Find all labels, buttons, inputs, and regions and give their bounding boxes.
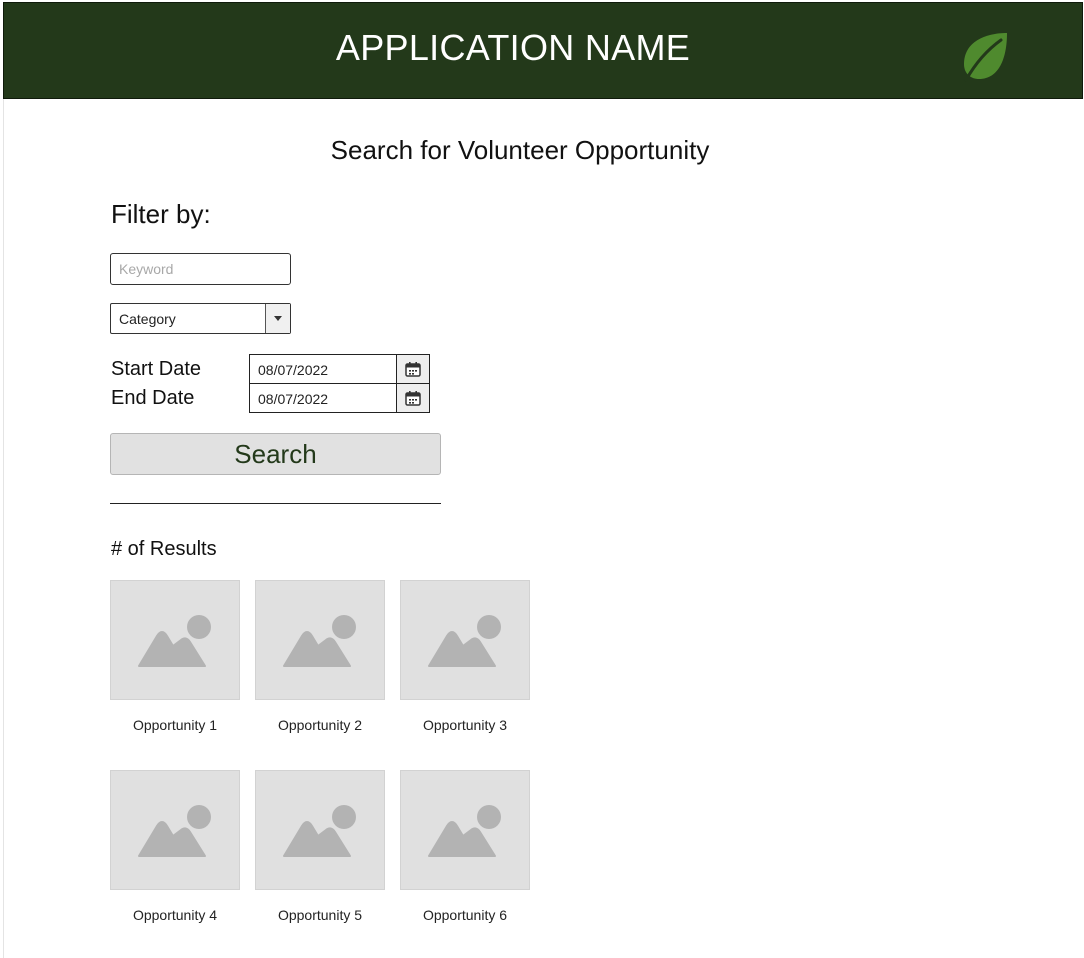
leaf-icon bbox=[964, 33, 1007, 82]
app-header: APPLICATION NAME bbox=[3, 2, 1083, 99]
opportunity-card[interactable]: Opportunity 2 bbox=[255, 580, 385, 748]
opportunity-title: Opportunity 3 bbox=[422, 717, 508, 733]
end-date-value: 08/07/2022 bbox=[258, 391, 329, 407]
start-date-value: 08/07/2022 bbox=[258, 362, 329, 378]
opportunity-title: Opportunity 5 bbox=[277, 907, 363, 923]
keyword-input[interactable] bbox=[110, 253, 291, 285]
calendar-icon bbox=[405, 362, 421, 377]
opportunity-title: Opportunity 4 bbox=[132, 907, 218, 923]
filter-heading: Filter by: bbox=[111, 199, 211, 229]
results-count: # of Results bbox=[111, 538, 217, 560]
image-placeholder-icon bbox=[138, 805, 211, 857]
category-dropdown-button[interactable] bbox=[265, 304, 290, 333]
image-placeholder-icon bbox=[283, 615, 356, 667]
end-date-field[interactable]: 08/07/2022 bbox=[249, 383, 430, 413]
start-date-picker-button[interactable] bbox=[396, 355, 429, 383]
opportunity-thumbnail bbox=[255, 580, 385, 700]
chevron-down-icon bbox=[274, 316, 282, 321]
divider bbox=[110, 503, 441, 504]
opportunity-title: Opportunity 1 bbox=[132, 717, 218, 733]
app-title: APPLICATION NAME bbox=[335, 27, 691, 68]
opportunity-card[interactable]: Opportunity 1 bbox=[110, 580, 240, 748]
image-placeholder-icon bbox=[138, 615, 211, 667]
end-date-label: End Date bbox=[111, 387, 195, 409]
image-placeholder-icon bbox=[428, 615, 501, 667]
image-placeholder-icon bbox=[283, 805, 356, 857]
start-date-field[interactable]: 08/07/2022 bbox=[249, 354, 430, 384]
opportunity-title: Opportunity 6 bbox=[422, 907, 508, 923]
end-date-picker-button[interactable] bbox=[396, 384, 429, 412]
category-selected-value: Category bbox=[119, 311, 176, 327]
opportunity-card[interactable]: Opportunity 4 bbox=[110, 770, 240, 938]
calendar-icon bbox=[405, 391, 421, 406]
opportunity-thumbnail bbox=[400, 580, 530, 700]
opportunity-thumbnail bbox=[110, 580, 240, 700]
image-placeholder-icon bbox=[428, 805, 501, 857]
page-title: Search for Volunteer Opportunity bbox=[330, 135, 710, 165]
opportunity-title: Opportunity 2 bbox=[277, 717, 363, 733]
opportunity-card[interactable]: Opportunity 3 bbox=[400, 580, 530, 748]
category-select[interactable]: Category bbox=[110, 303, 291, 334]
search-button[interactable]: Search bbox=[110, 433, 441, 475]
opportunity-card[interactable]: Opportunity 5 bbox=[255, 770, 385, 938]
opportunity-thumbnail bbox=[255, 770, 385, 890]
opportunity-thumbnail bbox=[400, 770, 530, 890]
opportunity-card[interactable]: Opportunity 6 bbox=[400, 770, 530, 938]
start-date-label: Start Date bbox=[111, 358, 202, 380]
opportunity-thumbnail bbox=[110, 770, 240, 890]
